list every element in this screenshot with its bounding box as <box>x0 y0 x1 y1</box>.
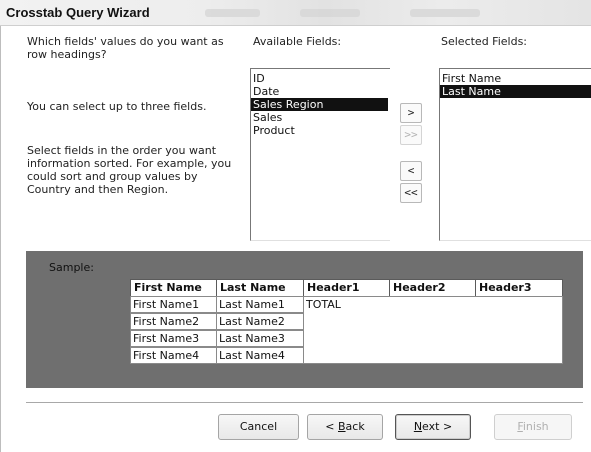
instruction-line: row headings? <box>27 48 107 61</box>
back-button-rest: ack <box>345 420 365 433</box>
list-item[interactable]: First Name <box>440 72 591 85</box>
sample-cell: First Name1 <box>130 296 217 313</box>
divider <box>26 402 583 404</box>
list-item[interactable]: Sales Region <box>251 98 388 111</box>
sample-header: Header1 <box>303 279 390 297</box>
sample-cell: Last Name4 <box>216 347 304 364</box>
instruction-line: You can select up to three fields. <box>27 100 207 113</box>
sample-preview: Sample: First Name Last Name Header1 Hea… <box>26 251 583 388</box>
sample-cell: First Name4 <box>130 347 217 364</box>
list-item[interactable]: Last Name <box>440 85 591 98</box>
instruction-line: could sort and group values by <box>27 170 198 183</box>
instruction-line: Which fields' values do you want as <box>27 35 224 48</box>
window-title: Crosstab Query Wizard <box>6 5 150 20</box>
list-item[interactable]: Date <box>251 85 390 98</box>
sample-header: Header2 <box>389 279 476 297</box>
instruction-line: Country and then Region. <box>27 183 169 196</box>
finish-button-rest: inish <box>522 420 549 433</box>
list-item[interactable]: Product <box>251 124 390 137</box>
list-item[interactable]: ID <box>251 72 390 85</box>
title-bar-blur <box>300 9 360 17</box>
selected-fields-list[interactable]: First Name Last Name <box>439 68 591 241</box>
sample-cell: Last Name3 <box>216 330 304 347</box>
cancel-button[interactable]: Cancel <box>218 414 299 440</box>
sample-header: Last Name <box>216 279 304 297</box>
add-all-fields-button[interactable]: >> <box>400 125 422 145</box>
next-button[interactable]: Next > <box>395 414 471 440</box>
back-button-prefix: < <box>325 420 338 433</box>
instruction-line: Select fields in the order you want <box>27 144 217 157</box>
list-item[interactable]: Sales <box>251 111 390 124</box>
sample-cell: Last Name1 <box>216 296 304 313</box>
title-bar-blur <box>205 9 260 17</box>
sample-cell: Last Name2 <box>216 313 304 330</box>
back-button[interactable]: < Back <box>307 414 383 440</box>
back-button-key: B <box>338 420 346 433</box>
available-fields-list[interactable]: ID Date Sales Region Sales Product <box>250 68 390 241</box>
add-field-button[interactable]: > <box>400 103 422 123</box>
title-bar: Crosstab Query Wizard <box>0 0 591 26</box>
next-button-rest: ext > <box>422 420 453 433</box>
sample-label: Sample: <box>49 261 94 274</box>
selected-fields-label: Selected Fields: <box>441 35 528 48</box>
instruction-line: information sorted. For example, you <box>27 157 232 170</box>
sample-header: First Name <box>130 279 217 297</box>
sample-header: Header3 <box>475 279 563 297</box>
available-fields-label: Available Fields: <box>253 35 342 48</box>
sample-total-cell: TOTAL <box>303 296 563 364</box>
sample-cell: First Name3 <box>130 330 217 347</box>
remove-field-button[interactable]: < <box>400 161 422 181</box>
sample-cell: First Name2 <box>130 313 217 330</box>
title-bar-blur <box>410 9 480 17</box>
finish-button[interactable]: Finish <box>494 414 572 440</box>
remove-all-fields-button[interactable]: << <box>400 183 422 203</box>
next-button-key: N <box>413 420 423 433</box>
